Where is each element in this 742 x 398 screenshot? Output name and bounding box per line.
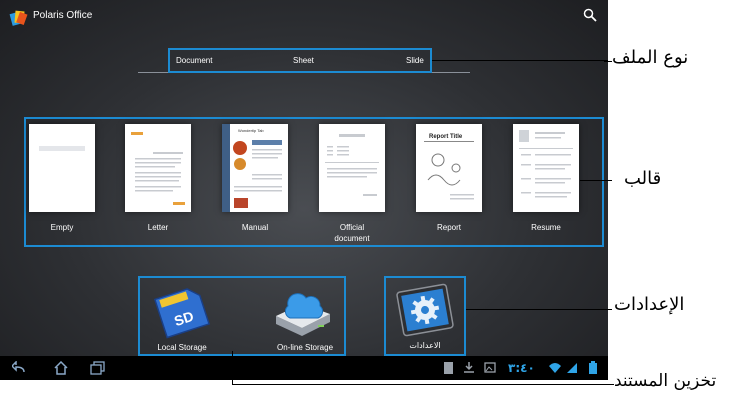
template-empty-label: Empty — [50, 223, 74, 232]
storage-callout-line — [232, 384, 614, 385]
report-page-icon: Report Title — [424, 134, 474, 200]
tablet-screen: Polaris Office Document Sheet Slide Wond… — [0, 0, 608, 380]
system-navigation-bar: ٣:٤٠ — [0, 356, 608, 380]
template-report-thumbnail[interactable]: Report Title — [416, 124, 482, 212]
settings-gear-icon[interactable] — [394, 282, 456, 338]
manual-heading: Wondertip Tab — [238, 128, 264, 133]
wifi-icon — [549, 363, 561, 373]
file-type-callout: نوع الملف — [612, 47, 689, 68]
template-callout: قالب — [624, 168, 662, 189]
template-report-label: Report — [436, 223, 461, 232]
file-type-highlight-frame — [168, 48, 432, 73]
file-type-callout-line — [432, 60, 608, 61]
resume-page-icon — [519, 130, 573, 198]
back-icon[interactable] — [12, 361, 28, 375]
settings-callout-line — [466, 309, 612, 310]
download-icon — [464, 362, 474, 373]
online-storage-label[interactable]: On-line Storage — [260, 343, 350, 352]
empty-page-icon — [39, 146, 85, 151]
report-heading: Report Title — [429, 134, 463, 140]
sd-card-icon[interactable]: SD — [148, 282, 214, 342]
template-letter-label: Letter — [147, 223, 169, 232]
template-empty-thumbnail[interactable] — [29, 124, 95, 212]
official-document-page-icon — [325, 134, 379, 196]
file-type-callout-tick — [604, 61, 612, 62]
manual-page-icon: Wondertip Tab — [222, 124, 282, 212]
template-callout-line — [580, 180, 612, 181]
image-icon — [484, 362, 496, 373]
action-bar: Polaris Office — [0, 0, 608, 34]
template-manual-thumbnail[interactable]: Wondertip Tab — [222, 124, 288, 212]
document-icon — [444, 362, 453, 374]
template-official-document-label: Official document — [334, 223, 370, 243]
app-title: Polaris Office — [33, 10, 93, 21]
home-icon[interactable] — [53, 361, 69, 375]
template-resume-thumbnail[interactable] — [513, 124, 579, 212]
template-letter-thumbnail[interactable] — [125, 124, 191, 212]
battery-icon — [589, 361, 597, 374]
template-official-document-thumbnail[interactable] — [319, 124, 385, 212]
settings-callout: الإعدادات — [614, 294, 685, 315]
local-storage-label[interactable]: Local Storage — [142, 343, 222, 352]
cloud-drive-icon[interactable] — [270, 282, 336, 342]
template-resume-label: Resume — [531, 223, 561, 232]
clock: ٣:٤٠ — [508, 361, 535, 375]
search-icon[interactable] — [583, 8, 597, 22]
storage-callout-line-vertical — [232, 351, 233, 385]
signal-icon — [567, 363, 577, 373]
template-manual-label: Manual — [241, 223, 269, 232]
letter-page-icon — [131, 132, 185, 205]
polaris-office-logo-icon — [9, 10, 28, 26]
recent-apps-icon[interactable] — [90, 361, 106, 375]
storage-callout: تخزين المستند — [614, 371, 717, 391]
settings-label[interactable]: الاعدادات — [395, 341, 455, 350]
